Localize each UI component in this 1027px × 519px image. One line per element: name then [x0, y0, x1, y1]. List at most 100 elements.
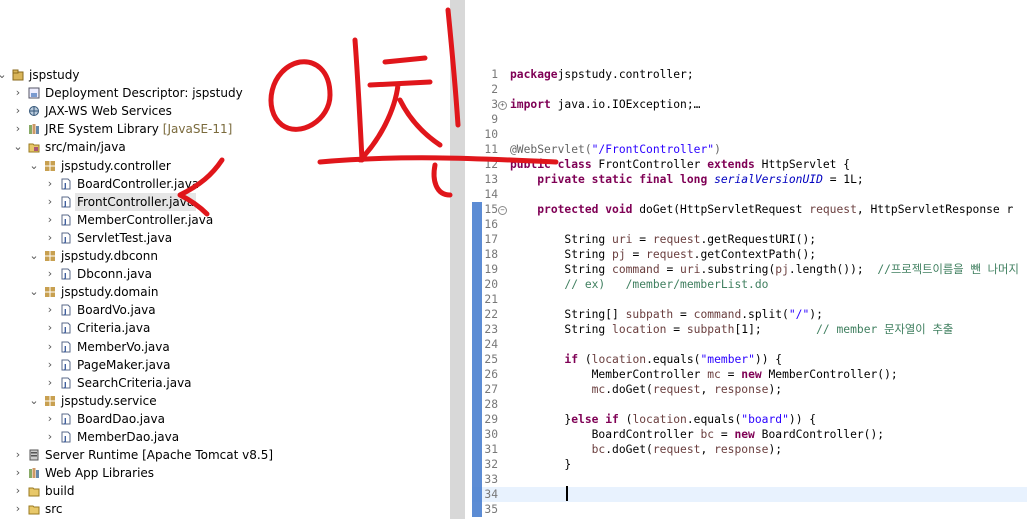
code-line[interactable]: 33: [472, 472, 1027, 487]
code-line[interactable]: 18 String pj = request.getContextPath();: [472, 247, 1027, 262]
code-line[interactable]: 17 String uri = request.getRequestURI();: [472, 232, 1027, 247]
code-line[interactable]: 31 bc.doGet(request, response);: [472, 442, 1027, 457]
code-line[interactable]: 19 String command = uri.substring(pj.len…: [472, 262, 1027, 277]
code-token: request: [809, 203, 857, 216]
tree-item[interactable]: › J Criteria.java: [0, 319, 450, 337]
code-line[interactable]: 30 BoardController bc = new BoardControl…: [472, 427, 1027, 442]
code-line[interactable]: 34: [472, 487, 1027, 502]
tree-item[interactable]: › J FrontController.java: [0, 193, 450, 211]
tree-item[interactable]: ⌄ jspstudy.dbconn: [0, 247, 450, 265]
code-token: String: [510, 323, 613, 336]
chevron-right-icon[interactable]: ›: [12, 446, 24, 464]
chevron-right-icon[interactable]: ›: [44, 374, 56, 392]
tree-item[interactable]: ⌄ jspstudy.domain: [0, 283, 450, 301]
code-text: String command = uri.substring(pj.length…: [510, 262, 1018, 277]
chevron-right-icon[interactable]: ›: [44, 428, 56, 446]
chevron-right-icon[interactable]: ›: [12, 84, 24, 102]
code-line[interactable]: 15− protected void doGet(HttpServletRequ…: [472, 202, 1027, 217]
code-token: (: [578, 353, 592, 366]
chevron-right-icon[interactable]: ›: [12, 500, 24, 518]
chevron-down-icon[interactable]: ⌄: [12, 138, 24, 156]
code-line[interactable]: 25 if (location.equals("member")) {: [472, 352, 1027, 367]
chevron-right-icon[interactable]: ›: [44, 319, 56, 337]
chevron-down-icon[interactable]: ⌄: [28, 157, 40, 175]
chevron-right-icon[interactable]: ›: [44, 301, 56, 319]
tree-item[interactable]: › J MemberController.java: [0, 211, 450, 229]
chevron-down-icon[interactable]: ⌄: [28, 392, 40, 410]
code-token: (: [618, 413, 633, 426]
tree-item[interactable]: ⌄ jspstudy: [0, 66, 450, 84]
code-token: request: [646, 248, 694, 261]
tree-item[interactable]: › JAX-WS Web Services: [0, 102, 450, 120]
code-line[interactable]: 20 // ex) /member/memberList.do: [472, 277, 1027, 292]
chevron-down-icon[interactable]: ⌄: [0, 66, 8, 84]
tree-item[interactable]: › Deployment Descriptor: jspstudy: [0, 84, 450, 102]
code-line[interactable]: 1 packagejspstudy.controller;: [472, 67, 1027, 82]
chevron-right-icon[interactable]: ›: [44, 265, 56, 283]
chevron-right-icon[interactable]: ›: [12, 464, 24, 482]
tree-item[interactable]: › Server Runtime [Apache Tomcat v8.5]: [0, 446, 450, 464]
tree-item[interactable]: › J ServletTest.java: [0, 229, 450, 247]
code-line[interactable]: 3 + import java.io.IOException;…: [472, 97, 1027, 112]
code-line[interactable]: 11 @WebServlet("/FrontController"): [472, 142, 1027, 157]
code-text: if (location.equals("member")) {: [510, 352, 782, 367]
chevron-right-icon[interactable]: ›: [12, 120, 24, 138]
code-line[interactable]: 12 public class FrontController extends H…: [472, 157, 1027, 172]
tree-item[interactable]: › build: [0, 482, 450, 500]
chevron-right-icon[interactable]: ›: [12, 102, 24, 120]
chevron-right-icon[interactable]: ›: [44, 410, 56, 428]
chevron-right-icon[interactable]: ›: [44, 356, 56, 374]
code-line[interactable]: 28: [472, 397, 1027, 412]
chevron-right-icon[interactable]: ›: [44, 229, 56, 247]
chevron-right-icon[interactable]: ›: [44, 338, 56, 356]
package-icon: [45, 161, 55, 171]
java-file-icon: J: [61, 322, 71, 334]
code-line[interactable]: 27 mc.doGet(request, response);: [472, 382, 1027, 397]
tree-item[interactable]: ⌄ jspstudy.service: [0, 392, 450, 410]
chevron-right-icon[interactable]: ›: [12, 482, 24, 500]
code-line[interactable]: 23 String location = subpath[1]; // memb…: [472, 322, 1027, 337]
code-line[interactable]: 29 }else if (location.equals("board")) {: [472, 412, 1027, 427]
tree-item[interactable]: ⌄ src/main/java: [0, 138, 450, 156]
tree-item[interactable]: › J BoardVo.java: [0, 301, 450, 319]
code-text: String[] subpath = command.split("/");: [510, 307, 822, 322]
tree-item[interactable]: ⌄ jspstudy.controller: [0, 157, 450, 175]
tree-item[interactable]: › src: [0, 500, 450, 518]
chevron-down-icon[interactable]: ⌄: [28, 283, 40, 301]
tree-item[interactable]: › J MemberDao.java: [0, 428, 450, 446]
code-editor[interactable]: 1 packagejspstudy.controller; 2 3 + import ja…: [472, 0, 1027, 519]
chevron-right-icon[interactable]: ›: [44, 211, 56, 229]
code-line[interactable]: 26 MemberController mc = new MemberContr…: [472, 367, 1027, 382]
code-line[interactable]: 13 private static final long serialVersi…: [472, 172, 1027, 187]
code-text: String pj = request.getContextPath();: [510, 247, 816, 262]
chevron-right-icon[interactable]: ›: [44, 193, 56, 211]
code-line[interactable]: 22 String[] subpath = command.split("/")…: [472, 307, 1027, 322]
expand-fold-icon[interactable]: +: [498, 101, 507, 110]
code-line[interactable]: 10: [472, 127, 1027, 142]
code-line[interactable]: 2: [472, 82, 1027, 97]
tree-item[interactable]: › J PageMaker.java: [0, 356, 450, 374]
code-line[interactable]: 16: [472, 217, 1027, 232]
tree-item-label: jspstudy.domain: [61, 285, 159, 299]
code-line[interactable]: 21: [472, 292, 1027, 307]
tree-item[interactable]: › J MemberVo.java: [0, 338, 450, 356]
collapse-fold-icon[interactable]: −: [498, 206, 507, 215]
tree-item[interactable]: › Web App Libraries: [0, 464, 450, 482]
view-splitter[interactable]: [450, 0, 465, 519]
tree-item[interactable]: › J BoardDao.java: [0, 410, 450, 428]
tree-item[interactable]: › JRE System Library [JavaSE-11]: [0, 120, 450, 138]
java-file-icon: J: [61, 178, 71, 190]
tree-item[interactable]: › J BoardController.java: [0, 175, 450, 193]
code-token: serialVersionUID: [707, 173, 823, 186]
svg-text:J: J: [63, 218, 67, 226]
chevron-right-icon[interactable]: ›: [44, 175, 56, 193]
code-token: bc: [700, 428, 715, 441]
tree-item[interactable]: › J SearchCriteria.java: [0, 374, 450, 392]
tree-item[interactable]: › J Dbconn.java: [0, 265, 450, 283]
code-line[interactable]: 32 }: [472, 457, 1027, 472]
code-line[interactable]: 9: [472, 112, 1027, 127]
chevron-down-icon[interactable]: ⌄: [28, 247, 40, 265]
code-line[interactable]: 24: [472, 337, 1027, 352]
code-line[interactable]: 14: [472, 187, 1027, 202]
code-line[interactable]: 35: [472, 502, 1027, 517]
